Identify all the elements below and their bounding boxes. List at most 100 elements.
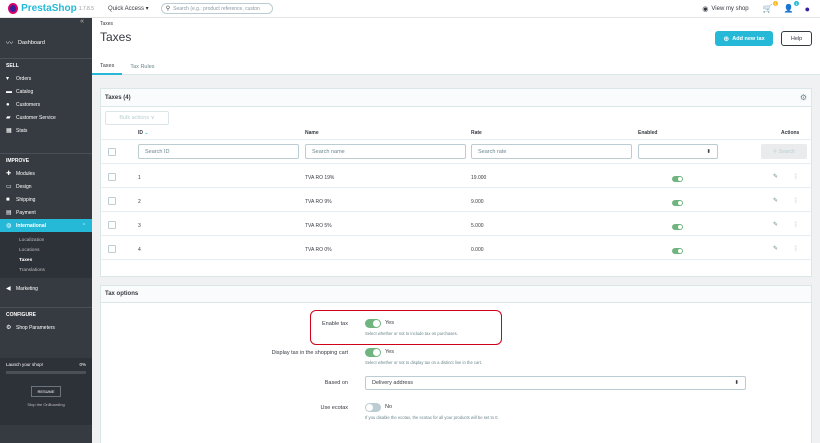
based-on-select[interactable]: Delivery address ⬍: [365, 376, 746, 390]
filter-enabled-select[interactable]: ⬍: [638, 144, 718, 159]
resume-button[interactable]: RESUME: [31, 386, 61, 397]
column-header-rate[interactable]: Rate: [471, 130, 482, 136]
search-icon: ⚲: [165, 6, 171, 12]
customers-notification-icon[interactable]: 👤 1: [784, 1, 799, 13]
sidebar-item-marketing[interactable]: ◀ Marketing: [0, 282, 92, 295]
breadcrumb[interactable]: Taxes: [100, 21, 113, 27]
tab-taxes[interactable]: Taxes: [92, 58, 123, 75]
cell-rate: 0.000: [471, 247, 484, 253]
based-on-value: Delivery address: [372, 380, 413, 386]
enabled-toggle[interactable]: [672, 176, 683, 182]
sidebar-label: Customer Service: [16, 114, 56, 121]
sidebar-item-shop-parameters[interactable]: ⚙ Shop Parameters: [0, 321, 92, 334]
filter-id-input[interactable]: Search ID: [138, 144, 299, 159]
ecotax-state: No: [385, 404, 393, 410]
prestashop-logo[interactable]: PrestaShop 1.7.8.5: [8, 3, 94, 14]
international-submenu: Localization Locations Taxes Translation…: [0, 232, 92, 278]
enabled-toggle[interactable]: [672, 248, 683, 254]
sidebar-item-modules[interactable]: ✚ Modules: [0, 167, 92, 180]
orders-notification-icon[interactable]: 🛒 1: [763, 1, 778, 13]
puffin-logo-icon: [8, 3, 19, 14]
more-actions-icon[interactable]: ⋮: [793, 197, 799, 204]
trending-icon: 〰: [6, 40, 13, 47]
sidebar-label: Payment: [16, 209, 36, 216]
ecotax-help: If you disable the ecotax, the ecotax fo…: [365, 415, 499, 420]
collapse-sidebar-icon[interactable]: «: [0, 18, 92, 32]
chart-icon: ▦: [6, 128, 12, 134]
row-checkbox[interactable]: [108, 197, 116, 205]
bulk-actions-button[interactable]: Bulk actions ∨: [105, 111, 169, 125]
ecotax-switch[interactable]: [365, 403, 381, 412]
cell-id: 3: [138, 223, 141, 229]
enabled-toggle[interactable]: [672, 224, 683, 230]
view-shop-link[interactable]: ◉ View my shop: [702, 5, 748, 13]
row-divider: [101, 235, 811, 236]
more-actions-icon[interactable]: ⋮: [793, 245, 799, 252]
sidebar-subitem-locations[interactable]: Locations: [0, 245, 92, 255]
sidebar-section-sell: SELL: [0, 58, 92, 72]
sidebar-item-stats[interactable]: ▦ Stats: [0, 124, 92, 137]
sidebar-subitem-taxes[interactable]: Taxes: [0, 255, 92, 265]
add-new-tax-button[interactable]: ⊕ Add new tax: [715, 31, 773, 46]
sidebar-subitem-translations[interactable]: Translations: [0, 265, 92, 275]
cart-icon: ▾: [6, 76, 10, 82]
display-tax-state: Yes: [385, 349, 394, 355]
globe-icon: ◍: [6, 223, 12, 229]
sidebar-label: Orders: [16, 75, 32, 82]
enable-tax-highlight-annotation: [310, 310, 502, 345]
tab-tax-rules[interactable]: Tax Rules: [122, 58, 162, 75]
sidebar-item-customers[interactable]: ● Customers: [0, 98, 92, 111]
tax-options-title: Tax options: [105, 291, 139, 297]
orders-badge: 1: [773, 1, 778, 6]
sidebar-item-dashboard[interactable]: 〰 Dashboard: [0, 32, 92, 54]
row-checkbox[interactable]: [108, 173, 116, 181]
taxes-panel-title: Taxes (4): [105, 94, 131, 101]
sidebar-subitem-localization[interactable]: Localization: [0, 235, 92, 245]
filter-search-button[interactable]: ⚲ Search: [761, 144, 807, 159]
quick-access-dropdown[interactable]: Quick Access ▾: [108, 5, 149, 12]
display-tax-switch[interactable]: [365, 348, 381, 357]
header-search-input[interactable]: ⚲ Search (e.g.: product reference, custo…: [160, 3, 273, 14]
filter-rate-input[interactable]: Search rate: [471, 144, 632, 159]
sidebar-section-improve: IMPROVE: [0, 153, 92, 167]
cell-id: 1: [138, 175, 141, 181]
edit-pencil-icon[interactable]: ✎: [773, 197, 778, 204]
page-title: Taxes: [100, 30, 132, 44]
edit-pencil-icon[interactable]: ✎: [773, 221, 778, 228]
cell-rate: 9.000: [471, 199, 484, 205]
cell-name: TVA RO 0%: [305, 247, 332, 253]
sidebar-label: Catalog: [16, 88, 34, 95]
sidebar-item-international[interactable]: ◍ International ⌃: [0, 219, 92, 232]
account-icon[interactable]: ●: [805, 4, 810, 14]
stop-onboarding-link[interactable]: Stop the OnBoarding: [0, 402, 92, 407]
sidebar-item-customer-service[interactable]: ▰ Customer Service: [0, 111, 92, 124]
more-actions-icon[interactable]: ⋮: [793, 173, 799, 180]
more-actions-icon[interactable]: ⋮: [793, 221, 799, 228]
edit-pencil-icon[interactable]: ✎: [773, 173, 778, 180]
search-button-label: Search: [778, 148, 795, 155]
column-header-id[interactable]: ID ⌄: [138, 130, 149, 136]
sidebar-item-payment[interactable]: ▤ Payment: [0, 206, 92, 219]
enabled-toggle[interactable]: [672, 200, 683, 206]
sidebar-item-design[interactable]: ▭ Design: [0, 180, 92, 193]
select-arrows-icon: ⬍: [734, 380, 739, 386]
row-checkbox[interactable]: [108, 221, 116, 229]
tax-options-header: Tax options: [101, 286, 811, 303]
edit-pencil-icon[interactable]: ✎: [773, 245, 778, 252]
megaphone-icon: ◀: [6, 286, 11, 292]
select-all-checkbox[interactable]: [108, 148, 116, 156]
help-button[interactable]: Help: [781, 31, 812, 46]
chevron-up-icon: ⌃: [81, 222, 86, 229]
filter-name-input[interactable]: Search name: [305, 144, 466, 159]
column-header-name[interactable]: Name: [305, 130, 319, 136]
sidebar-item-catalog[interactable]: ▬ Catalog: [0, 85, 92, 98]
sidebar-item-orders[interactable]: ▾ Orders: [0, 72, 92, 85]
row-checkbox[interactable]: [108, 245, 116, 253]
sort-icon: ⌄: [144, 130, 149, 136]
column-header-enabled: Enabled: [638, 130, 658, 136]
sidebar-item-shipping[interactable]: ■ Shipping: [0, 193, 92, 206]
column-header-label: ID: [138, 130, 143, 136]
settings-gear-icon[interactable]: ⚙: [800, 93, 807, 102]
row-divider: [101, 187, 811, 188]
based-on-label: Based on: [324, 380, 348, 386]
